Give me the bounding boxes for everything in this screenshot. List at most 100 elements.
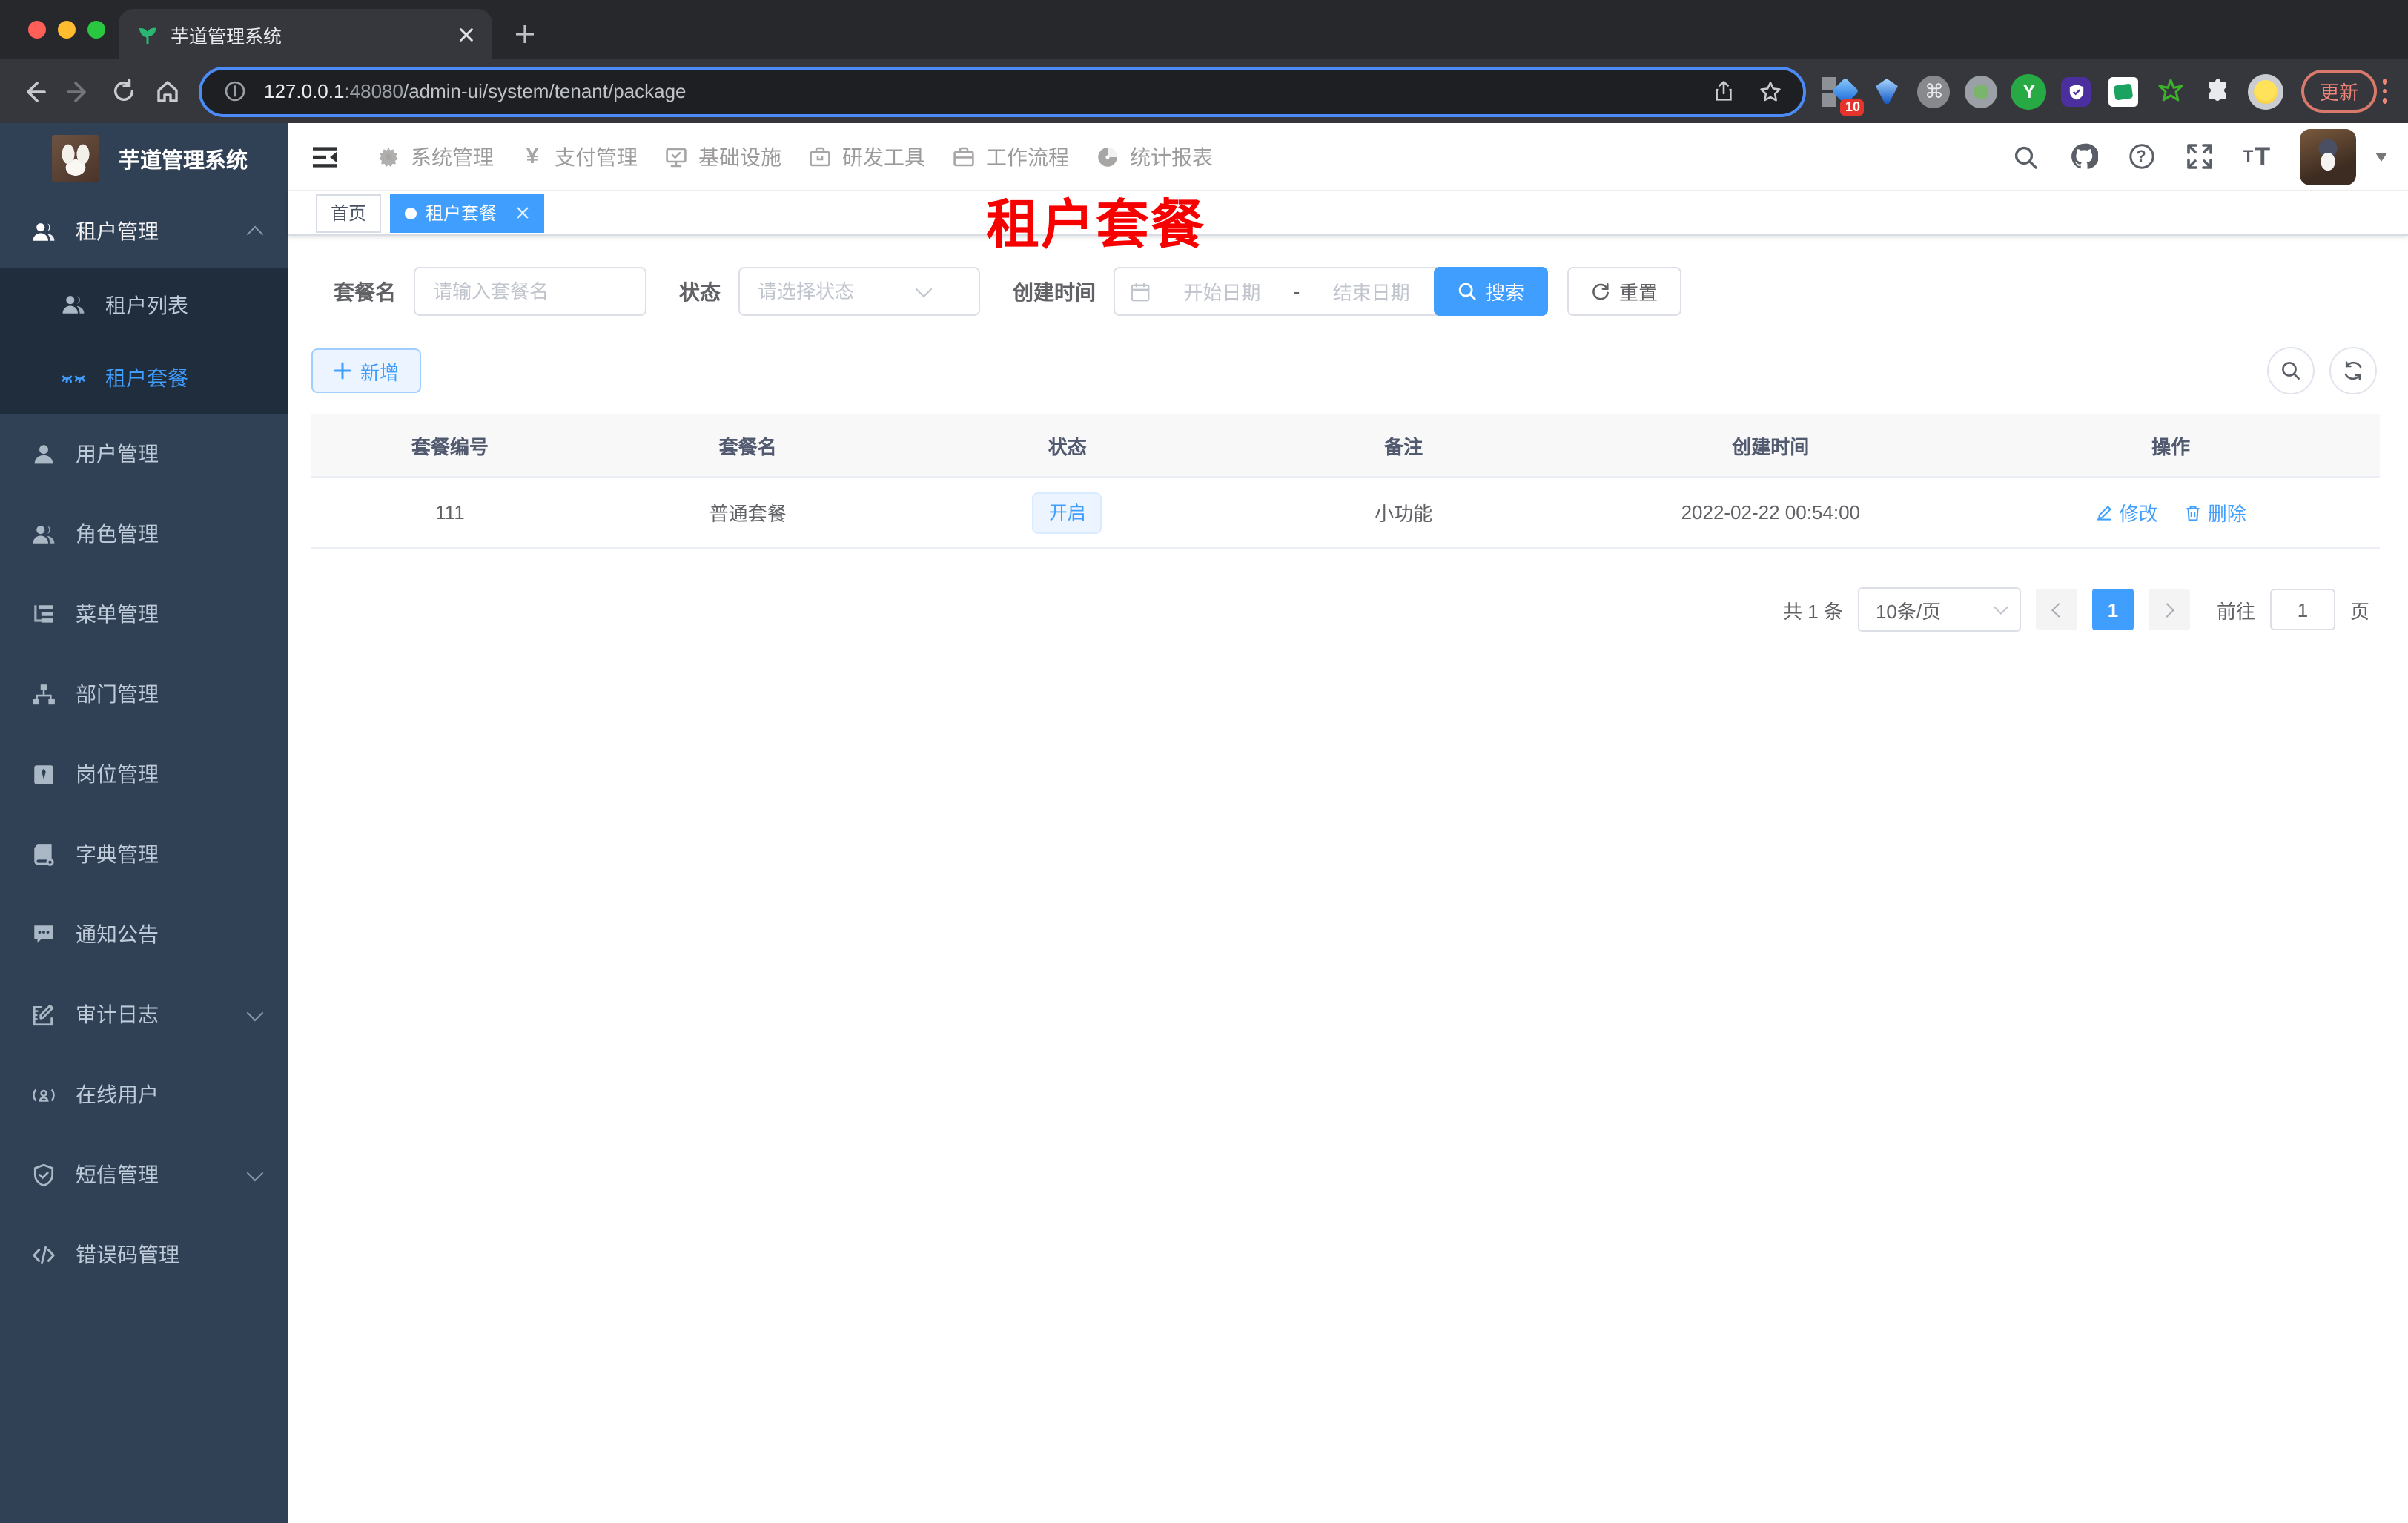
- refresh-icon[interactable]: [2329, 347, 2377, 394]
- extension-command-icon[interactable]: ⌘: [1915, 72, 1954, 110]
- sidebar-item-label: 字典管理: [76, 842, 159, 866]
- close-window-button[interactable]: [28, 21, 46, 39]
- sidebar-item-tenant-package[interactable]: 租户套餐: [0, 341, 288, 414]
- browser-tab[interactable]: 芋道管理系统: [119, 9, 492, 59]
- log-edit-icon: [30, 1001, 56, 1028]
- tag-label: 租户套餐: [426, 203, 497, 224]
- date-range-picker[interactable]: 开始日期 - 结束日期: [1114, 267, 1447, 316]
- user-avatar[interactable]: [2300, 128, 2356, 185]
- top-navbar: 系统管理 ¥ 支付管理 基础设施 研发工具 工作流程 统计报表 ? T T: [288, 123, 2408, 191]
- tile-icon: [1822, 93, 1836, 106]
- font-size-icon[interactable]: TT: [2242, 142, 2272, 171]
- extensions-puzzle-icon[interactable]: [2200, 72, 2238, 110]
- search-form: 套餐名 状态 创建时间 开始日期 -: [334, 267, 2380, 316]
- share-icon[interactable]: [1706, 73, 1742, 109]
- sidebar-item-post-management[interactable]: 岗位管理: [0, 734, 288, 814]
- nav-item-devtools[interactable]: 研发工具: [808, 142, 925, 171]
- online-signal-icon: [30, 1081, 56, 1108]
- show-search-icon[interactable]: [2267, 347, 2315, 394]
- sidebar-item-label: 租户管理: [76, 219, 159, 243]
- sidebar-item-dept-management[interactable]: 部门管理: [0, 654, 288, 734]
- sidebar-item-dict-management[interactable]: 字典管理: [0, 814, 288, 894]
- page-size-select[interactable]: 10条/页: [1857, 587, 2021, 632]
- forward-icon[interactable]: [56, 69, 101, 113]
- extension-gray-dot-icon[interactable]: [1962, 72, 2001, 110]
- extension-star-icon[interactable]: [2152, 72, 2191, 110]
- search-icon[interactable]: [2011, 142, 2040, 171]
- search-button-label: 搜索: [1486, 282, 1525, 304]
- dictionary-icon: [30, 841, 56, 868]
- tag-home[interactable]: 首页: [316, 194, 382, 232]
- fullscreen-icon[interactable]: [2184, 142, 2214, 171]
- sidebar-item-user-management[interactable]: 用户管理: [0, 414, 288, 494]
- extension-tiles-icon[interactable]: 10: [1820, 72, 1865, 115]
- chrome-update-button[interactable]: 更新: [2301, 70, 2376, 113]
- sidebar-item-sms-management[interactable]: 短信管理: [0, 1134, 288, 1215]
- avatar-caret-icon[interactable]: [2375, 152, 2387, 161]
- window-controls: [28, 21, 105, 39]
- browser-menu-icon[interactable]: [2382, 79, 2387, 104]
- status-select[interactable]: [738, 267, 980, 316]
- status-select-input[interactable]: [738, 267, 980, 316]
- tab-title: 芋道管理系统: [171, 26, 282, 47]
- cell-remark: 小功能: [1227, 477, 1580, 549]
- site-info-icon[interactable]: [216, 73, 252, 109]
- sidebar-item-notice[interactable]: 通知公告: [0, 894, 288, 974]
- current-page-button[interactable]: 1: [2091, 589, 2134, 630]
- help-icon[interactable]: ?: [2126, 142, 2156, 171]
- tab-close-icon[interactable]: [458, 26, 474, 42]
- package-name-input[interactable]: [414, 267, 646, 316]
- sidebar-item-label: 通知公告: [76, 922, 159, 946]
- prev-page-button[interactable]: [2035, 589, 2077, 630]
- reload-icon[interactable]: [101, 69, 145, 113]
- app-window: 芋道管理系统 租户管理 租户列表 租户套餐 用户管理 角色管理 菜单管理 部门管…: [0, 123, 2408, 1523]
- extension-balloon-icon[interactable]: [1868, 72, 1906, 110]
- nav-item-report[interactable]: 统计报表: [1096, 142, 1213, 171]
- maximize-window-button[interactable]: [87, 21, 105, 39]
- nav-item-infra[interactable]: 基础设施: [664, 142, 781, 171]
- goto-page-input[interactable]: [2269, 589, 2335, 630]
- sidebar-item-error-code[interactable]: 错误码管理: [0, 1215, 288, 1295]
- nav-item-workflow[interactable]: 工作流程: [952, 142, 1069, 171]
- tag-close-icon[interactable]: [516, 206, 529, 219]
- sidebar-item-audit-log[interactable]: 审计日志: [0, 974, 288, 1054]
- nav-item-pay[interactable]: ¥ 支付管理: [520, 142, 638, 171]
- delete-link-label: 删除: [2207, 503, 2246, 525]
- minimize-window-button[interactable]: [58, 21, 76, 39]
- sidebar-item-label: 部门管理: [76, 682, 159, 706]
- tag-tenant-package[interactable]: 租户套餐: [390, 194, 545, 232]
- cell-create-time: 2022-02-22 00:54:00: [1579, 477, 1962, 549]
- sidebar-item-role-management[interactable]: 角色管理: [0, 494, 288, 574]
- bookmark-star-icon[interactable]: [1753, 73, 1789, 109]
- home-icon[interactable]: [145, 69, 190, 113]
- extension-shield-icon[interactable]: [2057, 72, 2096, 110]
- goto-label: 前往: [2216, 600, 2255, 622]
- page-unit-label: 页: [2349, 600, 2369, 622]
- chevron-down-icon: [246, 1003, 264, 1021]
- col-header-package-id: 套餐编号: [311, 414, 589, 478]
- sidebar-item-online-users[interactable]: 在线用户: [0, 1054, 288, 1134]
- back-icon[interactable]: [12, 69, 56, 113]
- sidebar-item-menu-management[interactable]: 菜单管理: [0, 574, 288, 654]
- nav-item-label: 基础设施: [698, 145, 781, 168]
- delete-link[interactable]: 删除: [2184, 498, 2246, 526]
- search-button[interactable]: 搜索: [1434, 267, 1549, 316]
- next-page-button[interactable]: [2148, 589, 2190, 630]
- extension-y-icon[interactable]: Y: [2010, 72, 2048, 110]
- profile-avatar-icon[interactable]: [2247, 72, 2286, 110]
- app-logo[interactable]: 芋道管理系统: [0, 123, 288, 194]
- sidebar-item-tenant-list[interactable]: 租户列表: [0, 268, 288, 341]
- address-bar[interactable]: 127.0.0.1:48080/admin-ui/system/tenant/p…: [199, 66, 1807, 116]
- reset-button[interactable]: 重置: [1567, 267, 1682, 316]
- nav-item-system[interactable]: 系统管理: [377, 142, 494, 171]
- sidebar-item-tenant-management[interactable]: 租户管理: [0, 194, 288, 268]
- nav-item-label: 支付管理: [555, 145, 638, 168]
- browser-toolbar: 127.0.0.1:48080/admin-ui/system/tenant/p…: [0, 59, 2408, 123]
- github-icon[interactable]: [2068, 142, 2098, 171]
- add-button[interactable]: 新增: [311, 348, 422, 393]
- sidebar-toggle-icon[interactable]: [308, 140, 341, 173]
- navbar-right-tools: ? TT: [2011, 128, 2387, 185]
- extension-chat-icon[interactable]: [2105, 72, 2143, 110]
- edit-link[interactable]: 修改: [2096, 498, 2158, 526]
- new-tab-button[interactable]: [504, 13, 546, 55]
